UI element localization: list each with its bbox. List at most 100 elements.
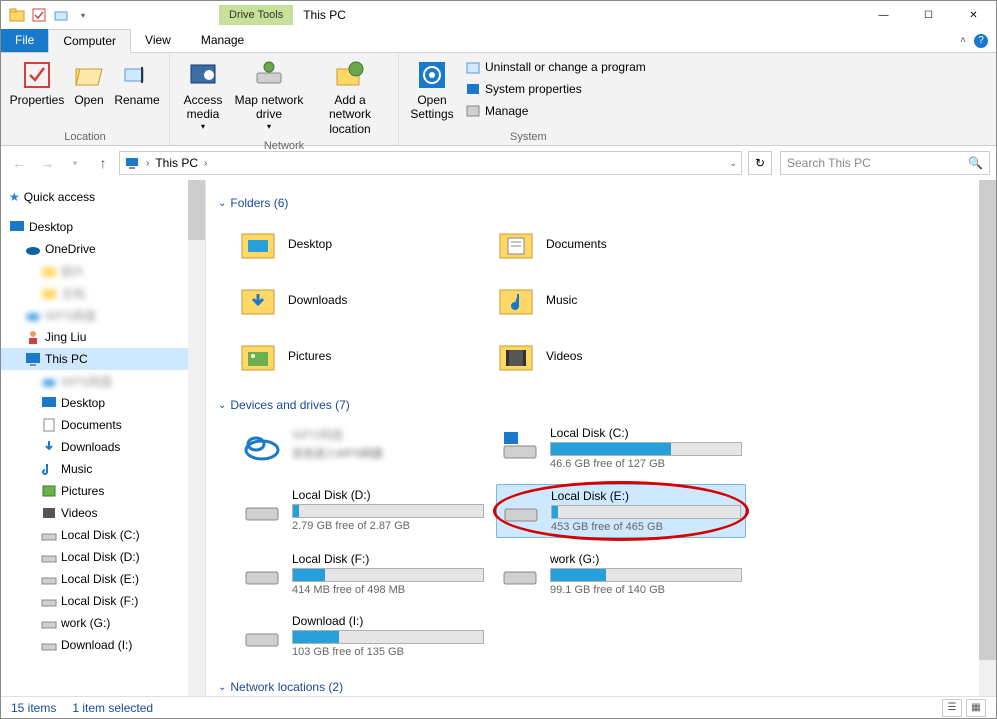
forward-button[interactable]: →	[35, 151, 59, 175]
section-drives[interactable]: ⌄Devices and drives (7)	[218, 398, 976, 412]
ribbon-tabs: File Computer View Manage ˄ ?	[1, 29, 996, 53]
folder-documents[interactable]: Documents	[496, 220, 746, 268]
tree-desktop[interactable]: Desktop	[1, 216, 205, 238]
tree-pc-videos[interactable]: Videos	[1, 502, 205, 524]
pc-icon	[25, 351, 41, 367]
folder-videos[interactable]: Videos	[496, 332, 746, 380]
addr-dropdown-icon[interactable]: ⌄	[729, 158, 737, 169]
recent-dropdown[interactable]: ▾	[63, 151, 87, 175]
tab-file[interactable]: File	[1, 29, 48, 52]
access-media-button[interactable]: Access media▾	[178, 57, 228, 133]
tree-disk-c[interactable]: Local Disk (C:)	[1, 524, 205, 546]
content-pane[interactable]: ⌄Folders (6) Desktop Documents Downloads…	[206, 180, 996, 696]
tab-view[interactable]: View	[131, 29, 185, 52]
addr-chevron-icon[interactable]: ›	[202, 158, 209, 169]
tree-disk-d[interactable]: Local Disk (D:)	[1, 546, 205, 568]
help-icon[interactable]: ?	[974, 34, 988, 48]
folder-icon	[41, 263, 57, 279]
tree-pc-desktop[interactable]: Desktop	[1, 392, 205, 414]
rename-button[interactable]: Rename	[113, 57, 161, 109]
map-drive-button[interactable]: Map network drive▾	[232, 57, 306, 133]
properties-label: Properties	[10, 93, 65, 107]
qat-dropdown-icon[interactable]: ▾	[73, 5, 93, 25]
drive-icon	[41, 571, 57, 587]
minimize-button[interactable]: —	[861, 1, 906, 29]
ribbon: Properties Open Rename Location Access m…	[1, 53, 996, 146]
group-location-label: Location	[9, 129, 161, 143]
folder-music[interactable]: Music	[496, 276, 746, 324]
qat-properties-icon[interactable]	[29, 5, 49, 25]
desktop-icon	[41, 395, 57, 411]
tree-disk-e[interactable]: Local Disk (E:)	[1, 568, 205, 590]
back-button[interactable]: ←	[7, 151, 31, 175]
search-placeholder: Search This PC	[787, 156, 871, 170]
address-bar[interactable]: › This PC › ⌄	[119, 151, 742, 175]
up-button[interactable]: ↑	[91, 151, 115, 175]
tree-disk-i[interactable]: Download (I:)	[1, 634, 205, 656]
tree-onedrive[interactable]: OneDrive	[1, 238, 205, 260]
drive-tools-context-tab[interactable]: Drive Tools	[219, 5, 293, 25]
tree-disk-f[interactable]: Local Disk (F:)	[1, 590, 205, 612]
chevron-down-icon: ⌄	[218, 682, 226, 693]
drive-f[interactable]: Local Disk (F:)414 MB free of 498 MB	[238, 548, 488, 600]
details-view-button[interactable]: ☰	[942, 699, 962, 717]
system-drive-icon	[500, 426, 540, 466]
open-button[interactable]: Open	[69, 57, 109, 109]
drive-g[interactable]: work (G:)99.1 GB free of 140 GB	[496, 548, 746, 600]
sys-props-button[interactable]: System properties	[461, 79, 650, 99]
add-location-button[interactable]: Add a network location	[310, 57, 390, 138]
navbar: ← → ▾ ↑ › This PC › ⌄ ↻ Search This PC 🔍	[1, 146, 996, 180]
drive-icon	[41, 549, 57, 565]
content-scrollbar[interactable]	[979, 180, 996, 696]
nav-tree[interactable]: ★Quick access Desktop OneDrive 图片 文档 WPS…	[1, 180, 206, 696]
close-button[interactable]: ✕	[951, 1, 996, 29]
tree-disk-g[interactable]: work (G:)	[1, 612, 205, 634]
uninstall-button[interactable]: Uninstall or change a program	[461, 57, 650, 77]
maximize-button[interactable]: ☐	[906, 1, 951, 29]
ribbon-collapse-icon[interactable]: ˄	[960, 35, 966, 46]
tree-pc-documents[interactable]: Documents	[1, 414, 205, 436]
section-folders[interactable]: ⌄Folders (6)	[218, 196, 976, 210]
drive-icon	[41, 593, 57, 609]
capacity-bar	[292, 630, 484, 644]
addr-chevron-icon[interactable]: ›	[144, 158, 151, 169]
drive-e[interactable]: Local Disk (E:)453 GB free of 465 GB	[496, 484, 746, 538]
section-network[interactable]: ⌄Network locations (2)	[218, 680, 976, 694]
tree-onedrive-item1[interactable]: 图片	[1, 260, 205, 282]
user-icon	[25, 329, 41, 345]
drive-d[interactable]: Local Disk (D:)2.79 GB free of 2.87 GB	[238, 484, 488, 538]
tree-pc-downloads[interactable]: Downloads	[1, 436, 205, 458]
drive-wps[interactable]: WPS网盘双击进入WPS网盘	[238, 422, 488, 474]
content-scroll-thumb[interactable]	[979, 180, 996, 660]
manage-button[interactable]: Manage	[461, 101, 650, 121]
drive-i[interactable]: Download (I:)103 GB free of 135 GB	[238, 610, 488, 662]
tree-pc-pictures[interactable]: Pictures	[1, 480, 205, 502]
qat-new-folder-icon[interactable]	[51, 5, 71, 25]
breadcrumb-this-pc[interactable]: This PC	[155, 156, 198, 170]
group-system-label: System	[407, 129, 650, 143]
folder-desktop[interactable]: Desktop	[238, 220, 488, 268]
tree-quick-access[interactable]: ★Quick access	[1, 186, 205, 208]
refresh-button[interactable]: ↻	[748, 151, 772, 175]
tree-wps[interactable]: WPS网盘	[1, 304, 205, 326]
search-input[interactable]: Search This PC 🔍	[780, 151, 990, 175]
tree-scroll-thumb[interactable]	[188, 180, 205, 240]
tree-this-pc[interactable]: This PC	[1, 348, 205, 370]
tree-scrollbar[interactable]	[188, 180, 205, 696]
open-settings-button[interactable]: Open Settings	[407, 57, 457, 124]
statusbar: 15 items 1 item selected ☰ ▦	[1, 696, 996, 718]
folder-pictures[interactable]: Pictures	[238, 332, 488, 380]
drive-c[interactable]: Local Disk (C:)46.6 GB free of 127 GB	[496, 422, 746, 474]
tab-manage[interactable]: Manage	[187, 29, 258, 52]
tiles-view-button[interactable]: ▦	[966, 699, 986, 717]
tree-jing-liu[interactable]: Jing Liu	[1, 326, 205, 348]
tree-onedrive-item2[interactable]: 文档	[1, 282, 205, 304]
downloads-folder-icon	[238, 280, 278, 320]
folder-downloads[interactable]: Downloads	[238, 276, 488, 324]
ribbon-group-network: Access media▾ Map network drive▾ Add a n…	[170, 53, 399, 145]
tree-wps-drive[interactable]: WPS网盘	[1, 370, 205, 392]
tab-computer[interactable]: Computer	[48, 29, 131, 53]
properties-button[interactable]: Properties	[9, 57, 65, 109]
videos-folder-icon	[496, 336, 536, 376]
tree-pc-music[interactable]: Music	[1, 458, 205, 480]
